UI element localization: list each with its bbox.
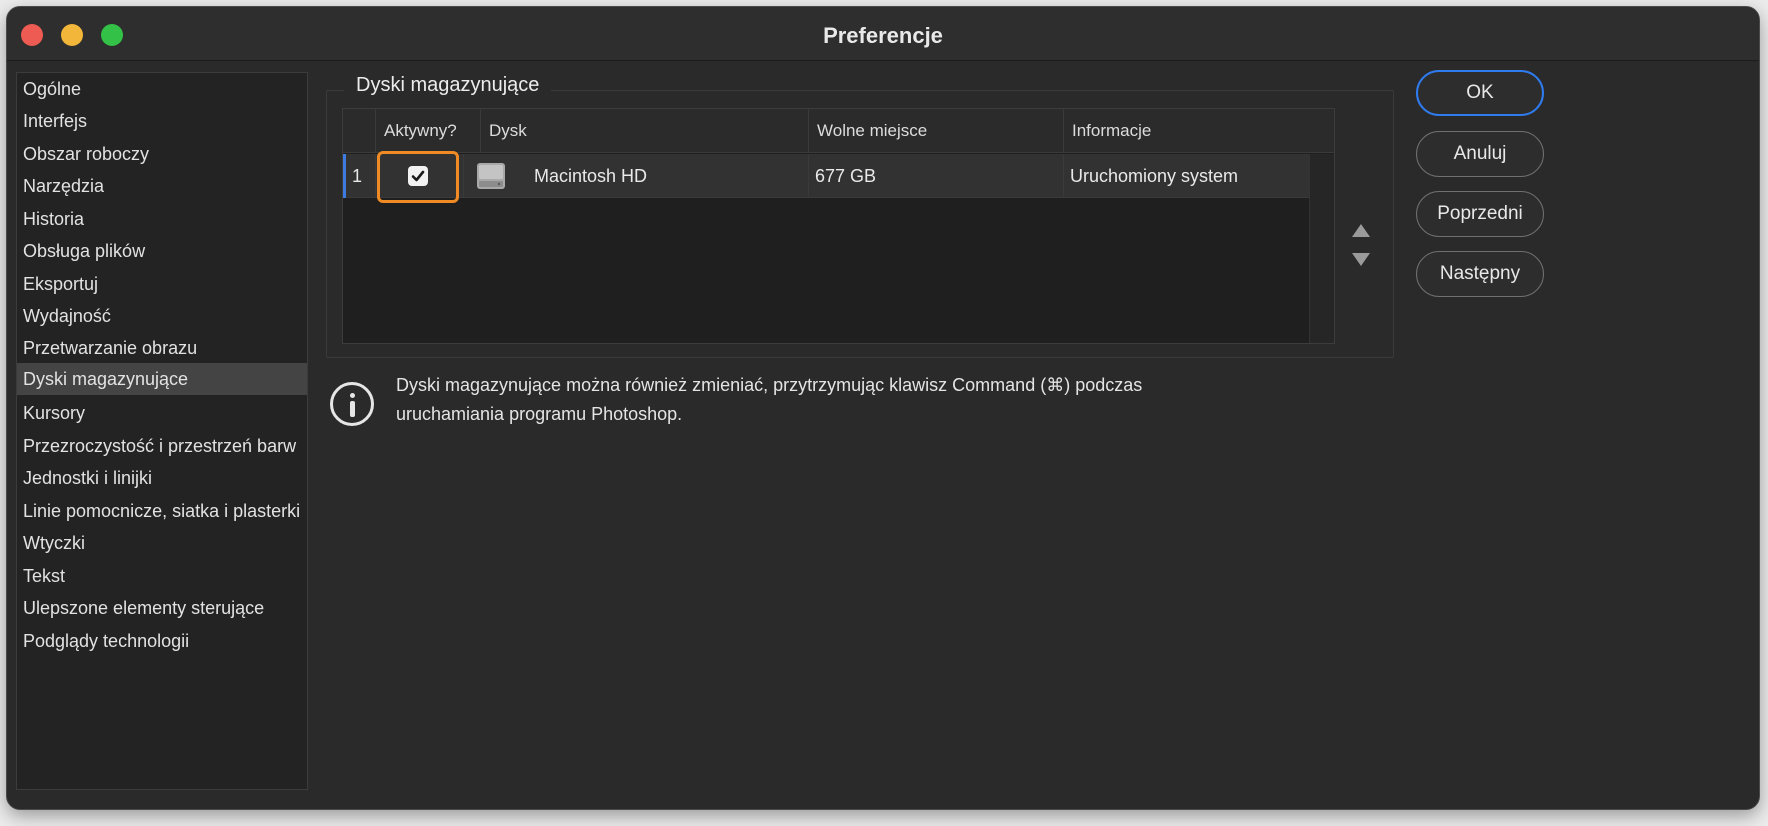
scratch-disks-table: Aktywny? Dysk Wolne miejsce Informacje 1…: [342, 108, 1335, 344]
disk-info-value: Uruchomiony system: [1070, 166, 1239, 186]
column-header-active[interactable]: Aktywny?: [375, 109, 483, 153]
window-title: Preferencje: [823, 23, 943, 48]
table-row[interactable]: 1 Macintosh HD 677 GB Uruchomiony system: [343, 151, 1309, 203]
sidebar-item-eksportuj[interactable]: Eksportuj: [17, 268, 307, 300]
sidebar-item-ogolne[interactable]: Ogólne: [17, 73, 307, 105]
move-up-arrow-icon[interactable]: [1352, 224, 1370, 237]
title-bar: Preferencje: [7, 7, 1759, 61]
sidebar-item-tekst[interactable]: Tekst: [17, 560, 307, 592]
ok-button[interactable]: OK: [1416, 70, 1544, 116]
row-index: 1: [352, 166, 363, 186]
previous-button[interactable]: Poprzedni: [1416, 191, 1544, 237]
sidebar-item-przetwarzanie-obrazu[interactable]: Przetwarzanie obrazu: [17, 332, 307, 364]
column-header-disk[interactable]: Dysk: [480, 109, 810, 153]
table-scrollbar[interactable]: [1309, 154, 1334, 343]
sidebar-item-wtyczki[interactable]: Wtyczki: [17, 527, 307, 559]
hard-drive-icon: [477, 163, 505, 189]
info-icon: [330, 382, 374, 426]
info-message: Dyski magazynujące można również zmienia…: [396, 371, 1296, 429]
sidebar-item-podglady-technologii[interactable]: Podglądy technologii: [17, 625, 307, 657]
column-header-free-space[interactable]: Wolne miejsce: [808, 109, 1063, 153]
cancel-button[interactable]: Anuluj: [1416, 131, 1544, 177]
info-message-line2: uruchamiania programu Photoshop.: [396, 404, 683, 424]
sidebar-item-linie-pomocnicze[interactable]: Linie pomocnicze, siatka i plasterki: [17, 495, 307, 527]
sidebar-item-jednostki[interactable]: Jednostki i linijki: [17, 462, 307, 494]
sidebar-item-historia[interactable]: Historia: [17, 203, 307, 235]
next-button[interactable]: Następny: [1416, 251, 1544, 297]
sidebar-item-przezroczystosc[interactable]: Przezroczystość i przestrzeń barw: [17, 430, 307, 462]
column-header-info[interactable]: Informacje: [1063, 109, 1334, 153]
sidebar-item-ulepszone-elementy[interactable]: Ulepszone elementy sterujące: [17, 592, 307, 624]
checkmark-icon: [411, 170, 425, 182]
table-header: Aktywny? Dysk Wolne miejsce Informacje: [343, 109, 1334, 153]
sidebar-item-obszar-roboczy[interactable]: Obszar roboczy: [17, 138, 307, 170]
move-down-arrow-icon[interactable]: [1352, 253, 1370, 266]
disk-name: Macintosh HD: [534, 166, 648, 186]
info-message-line1: Dyski magazynujące można również zmienia…: [396, 375, 1143, 395]
sidebar-item-kursory[interactable]: Kursory: [17, 397, 307, 429]
sidebar-item-dyski-magazynujace[interactable]: Dyski magazynujące: [17, 363, 307, 395]
preferences-sidebar: Ogólne Interfejs Obszar roboczy Narzędzi…: [16, 72, 308, 790]
scratch-disks-title: Dyski magazynujące: [344, 72, 552, 98]
sidebar-item-wydajnosc[interactable]: Wydajność: [17, 300, 307, 332]
row-selection-marker: [343, 154, 346, 198]
free-space-value: 677 GB: [815, 166, 877, 186]
active-checkbox[interactable]: [408, 166, 428, 186]
sidebar-item-interfejs[interactable]: Interfejs: [17, 105, 307, 137]
sidebar-item-obsluga-plikow[interactable]: Obsługa plików: [17, 235, 307, 267]
sidebar-item-narzedzia[interactable]: Narzędzia: [17, 170, 307, 202]
